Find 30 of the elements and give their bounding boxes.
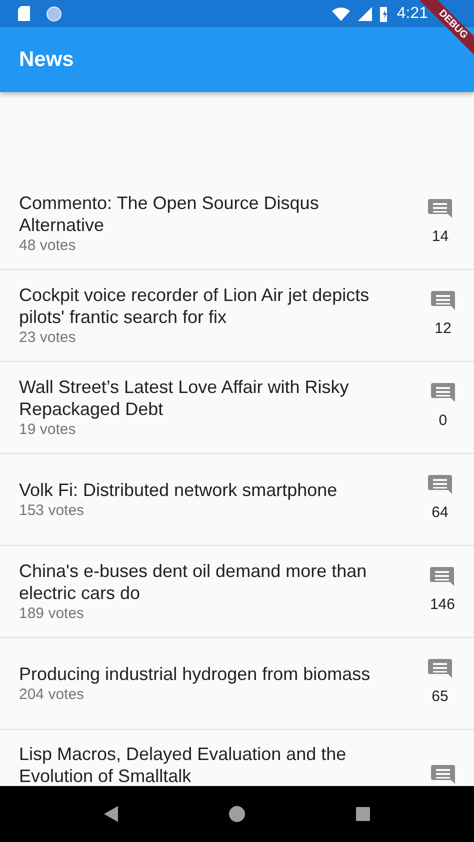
status-time: 4:21 <box>396 4 428 24</box>
comment-icon[interactable] <box>431 764 455 786</box>
article-title: Lisp Macros, Delayed Evaluation and the Evolution of Smalltalk <box>19 742 348 786</box>
battery-icon <box>380 6 389 22</box>
sd-card-icon <box>18 6 30 21</box>
back-icon[interactable] <box>104 806 118 822</box>
article-title: Cockpit voice recorder of Lion Air jet depicts pilots' frantic search for fix <box>19 284 370 328</box>
article-title: Commento: The Open Source Disqus Alternative <box>19 192 320 236</box>
vote-count: 189 votes <box>19 604 86 624</box>
comment-count: 0 <box>438 411 448 432</box>
article-title: Producing industrial hydrogen from biomass <box>19 662 372 684</box>
recents-icon[interactable] <box>356 807 370 821</box>
vote-count: 48 votes <box>19 236 77 256</box>
article-title: Volk Fi: Distributed network smartphone <box>19 478 338 500</box>
signal-icon <box>358 6 372 20</box>
app-title: News <box>19 46 74 73</box>
wifi-icon <box>332 6 350 20</box>
vote-count: 23 votes <box>19 328 77 348</box>
vote-count: 19 votes <box>19 420 77 440</box>
article-title: Wall Street’s Latest Love Affair with Risky Repackaged Debt <box>19 376 350 420</box>
circle-icon <box>46 6 62 22</box>
vote-count: 153 votes <box>19 500 86 520</box>
comment-count: 146 <box>430 595 455 616</box>
article-title: China's e-buses dent oil demand more than electric cars do <box>19 560 368 604</box>
comment-count: 12 <box>434 319 452 340</box>
vote-count: 204 votes <box>19 684 86 704</box>
home-icon[interactable] <box>228 806 245 822</box>
comment-count: 14 <box>432 227 449 248</box>
comment-count: 64 <box>432 503 448 524</box>
comment-count: 65 <box>432 687 448 708</box>
